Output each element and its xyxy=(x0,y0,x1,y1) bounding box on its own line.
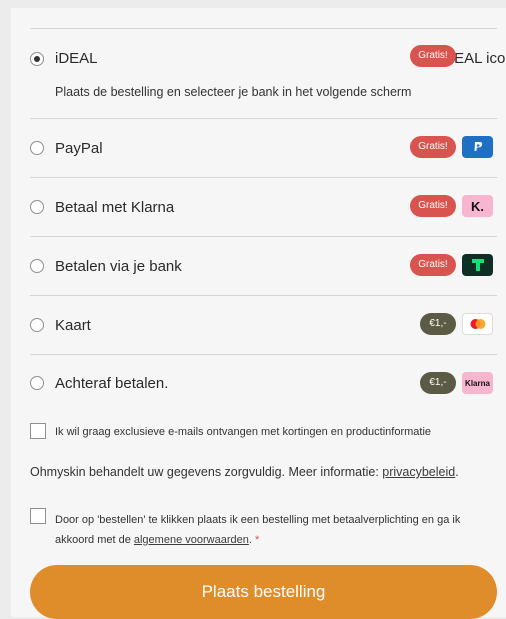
privacy-notice: Ohmyskin behandelt uw gegevens zorgvuldi… xyxy=(30,465,459,479)
divider xyxy=(30,118,497,119)
payment-label-pay-later: Achteraf betalen. xyxy=(55,375,169,392)
privacy-suffix: . xyxy=(455,465,459,479)
paypal-logo-icon xyxy=(462,136,493,158)
free-badge: Gratis! xyxy=(410,136,456,158)
mastercard-logo-icon xyxy=(462,313,493,335)
terms-label: Door op 'bestellen' te klikken plaats ik… xyxy=(55,510,485,550)
radio-ideal[interactable] xyxy=(30,52,44,66)
radio-card[interactable] xyxy=(30,318,44,332)
privacy-text: Ohmyskin behandelt uw gegevens zorgvuldi… xyxy=(30,465,383,479)
newsletter-checkbox[interactable] xyxy=(30,423,46,439)
klarna-wordmark-logo-icon: Klarna xyxy=(462,372,493,394)
payment-label-paypal: PayPal xyxy=(55,140,103,157)
radio-pay-later[interactable] xyxy=(30,376,44,390)
payment-label-ideal: iDEAL xyxy=(55,50,98,67)
privacy-link[interactable]: privacybeleid xyxy=(382,465,455,479)
klarna-k-logo-icon: K. xyxy=(462,195,493,217)
radio-paypal[interactable] xyxy=(30,141,44,155)
payment-label-bank: Betalen via je bank xyxy=(55,258,182,275)
divider xyxy=(30,177,497,178)
fee-badge: €1,- xyxy=(420,372,456,394)
payment-label-klarna: Betaal met Klarna xyxy=(55,199,175,216)
terms-checkbox[interactable] xyxy=(30,508,46,524)
payment-label-card: Kaart xyxy=(55,317,91,334)
place-order-button[interactable]: Plaats bestelling xyxy=(30,565,497,619)
divider xyxy=(30,236,497,237)
trustly-logo-icon xyxy=(462,254,493,276)
terms-link[interactable]: algemene voorwaarden xyxy=(134,534,249,546)
free-badge: Gratis! xyxy=(410,45,456,67)
radio-klarna[interactable] xyxy=(30,200,44,214)
free-badge: Gratis! xyxy=(410,195,456,217)
divider xyxy=(30,354,497,355)
divider xyxy=(30,295,497,296)
radio-bank[interactable] xyxy=(30,259,44,273)
ideal-description: Plaats de bestelling en selecteer je ban… xyxy=(55,85,412,99)
newsletter-label: Ik wil graag exclusieve e-mails ontvange… xyxy=(55,426,432,438)
divider xyxy=(30,28,497,29)
terms-suffix: . xyxy=(248,534,252,546)
fee-badge: €1,- xyxy=(420,313,456,335)
free-badge: Gratis! xyxy=(410,254,456,276)
required-marker: * xyxy=(254,534,260,546)
